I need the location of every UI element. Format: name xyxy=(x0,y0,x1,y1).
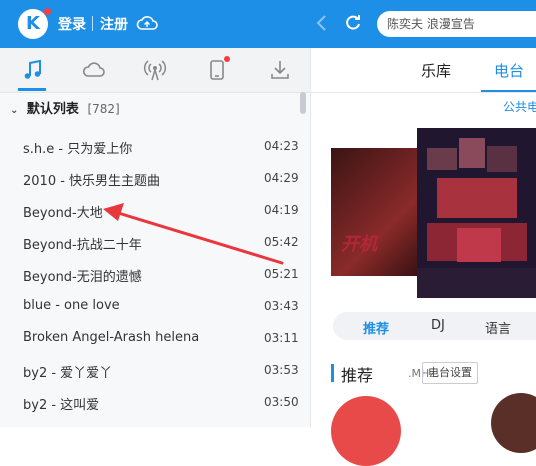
mosaic-block xyxy=(487,146,517,172)
song-title: by2 - 这叫爱 xyxy=(23,398,100,413)
song-title: by2 - 爱丫爱丫 xyxy=(23,366,113,381)
playlist-scrollbar[interactable] xyxy=(300,92,306,114)
register-link[interactable]: 注册 xyxy=(100,14,128,34)
subtab-language[interactable]: 语言 xyxy=(485,318,511,337)
song-duration: 04:23 xyxy=(264,139,299,153)
song-row[interactable]: Broken Angel-Arash helena 03:11 xyxy=(0,322,306,354)
mosaic-block xyxy=(457,228,501,262)
top-bar: K 登录 注册 陈奕夫 浪漫宣告 xyxy=(0,0,536,48)
song-title: 2010 - 快乐男生主题曲 xyxy=(23,174,161,189)
song-row[interactable]: by2 - 这叫爱 03:50 xyxy=(0,386,306,418)
song-duration: 04:29 xyxy=(264,171,299,185)
chevron-down-icon: ⌄ xyxy=(10,105,19,116)
section-title: 推荐 xyxy=(341,366,374,385)
song-title: Beyond-抗战二十年 xyxy=(23,238,142,253)
playlist-name: 默认列表 xyxy=(26,102,79,117)
song-row[interactable]: Beyond-大地 04:19 xyxy=(0,194,306,226)
mosaic-block xyxy=(437,178,517,218)
active-tab-indicator xyxy=(18,88,46,91)
music-note-icon[interactable] xyxy=(21,58,45,82)
refresh-icon[interactable] xyxy=(343,13,363,33)
public-radio-link[interactable]: 公共电 xyxy=(503,98,536,115)
song-duration: 03:53 xyxy=(264,363,299,377)
search-text: 陈奕夫 浪漫宣告 xyxy=(387,17,475,31)
subtab-recommend[interactable]: 推荐 xyxy=(363,318,389,337)
kugou-logo[interactable]: K xyxy=(18,9,48,39)
back-arrow-icon[interactable] xyxy=(314,13,330,33)
playlist-header[interactable]: ⌄ 默认列表 [782] xyxy=(10,98,120,117)
section-accent-bar xyxy=(331,364,334,382)
banner-art-text: 开机 xyxy=(341,234,377,255)
song-row[interactable]: Beyond-无泪的遗憾 05:21 xyxy=(0,258,306,290)
left-tab-row xyxy=(0,48,310,93)
radio-cover-dark[interactable] xyxy=(491,393,536,453)
download-icon[interactable] xyxy=(268,58,292,82)
right-panel: 乐库 电台 公共电 开机 推荐 DJ 语言 推荐 .MHz 电台设置 xyxy=(311,48,536,466)
divider xyxy=(311,92,536,93)
subtab-dj[interactable]: DJ xyxy=(431,318,445,333)
radio-icon[interactable] xyxy=(143,58,167,82)
song-row[interactable]: Beyond-抗战二十年 05:42 xyxy=(0,226,306,258)
song-title: blue - one love xyxy=(23,298,120,313)
tab-library[interactable]: 乐库 xyxy=(421,60,451,81)
mosaic-block xyxy=(427,148,457,170)
song-row[interactable]: blue - one love 03:43 xyxy=(0,290,306,322)
song-duration: 04:19 xyxy=(264,203,299,217)
phone-notification-dot xyxy=(224,56,230,62)
mosaic-block xyxy=(459,138,485,168)
song-duration: 03:11 xyxy=(264,331,299,345)
divider xyxy=(92,16,93,31)
song-row[interactable]: by2 - 爱丫爱丫 03:53 xyxy=(0,354,306,386)
radio-settings-button[interactable]: 电台设置 xyxy=(422,362,478,384)
song-row[interactable]: s.h.e - 只为爱上你 04:23 xyxy=(0,130,306,162)
mosaic-block xyxy=(417,268,536,298)
left-panel: ⌄ 默认列表 [782] s.h.e - 只为爱上你 04:23 2010 - 快乐… xyxy=(0,48,311,427)
playlist-count: [782] xyxy=(87,102,120,116)
song-title: Beyond-无泪的遗憾 xyxy=(23,270,142,285)
login-link[interactable]: 登录 xyxy=(58,14,86,34)
song-duration: 03:43 xyxy=(264,299,299,313)
song-duration: 05:42 xyxy=(264,235,299,249)
radio-subtabs: 推荐 DJ 语言 xyxy=(333,312,536,340)
cloud-icon[interactable] xyxy=(82,58,106,82)
song-title: Beyond-大地 xyxy=(23,206,103,221)
radio-cover-red[interactable] xyxy=(331,396,401,466)
song-title: Broken Angel-Arash helena xyxy=(23,330,200,345)
banner-image-main[interactable] xyxy=(417,128,536,298)
song-title: s.h.e - 只为爱上你 xyxy=(23,142,133,157)
notification-dot xyxy=(44,8,51,15)
tab-radio[interactable]: 电台 xyxy=(494,60,524,81)
cloud-upload-icon[interactable] xyxy=(136,14,158,32)
song-duration: 03:50 xyxy=(264,395,299,409)
song-duration: 05:21 xyxy=(264,267,299,281)
song-row[interactable]: 2010 - 快乐男生主题曲 04:29 xyxy=(0,162,306,194)
search-input[interactable]: 陈奕夫 浪漫宣告 xyxy=(377,11,536,37)
banner-image-left[interactable]: 开机 xyxy=(331,148,431,276)
